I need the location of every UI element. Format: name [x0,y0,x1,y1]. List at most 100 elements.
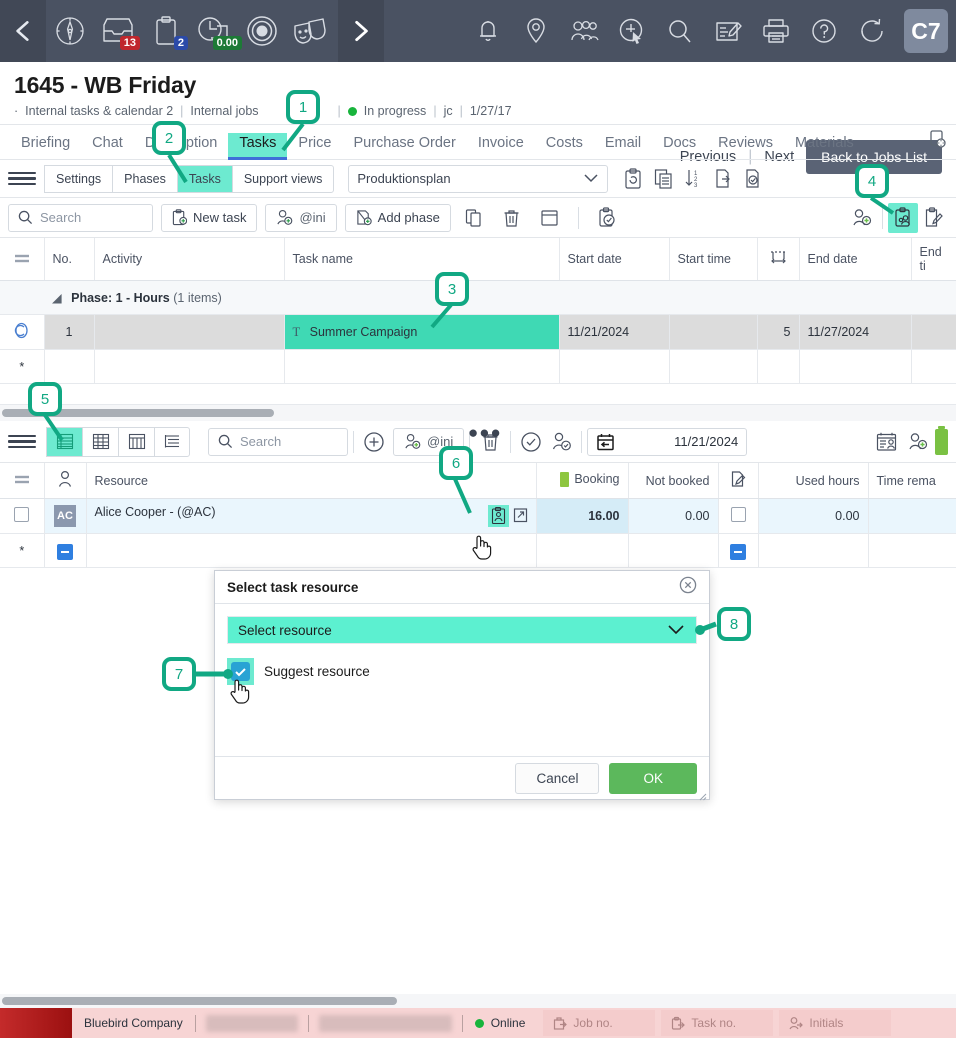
cell-task-name[interactable]: T Summer Campaign [284,314,560,350]
masks-icon[interactable] [286,0,334,62]
assign-resource-icon[interactable] [888,202,918,233]
location-pin-icon[interactable] [512,0,560,62]
approve-icon[interactable] [516,427,546,457]
user-avatar[interactable]: C7 [904,9,948,53]
add-person-icon[interactable] [903,427,933,457]
tasks-grid-menu-icon[interactable] [0,238,45,281]
cell-resource[interactable]: Alice Cooper - (@AC) [86,498,537,534]
new-cell-resource[interactable] [86,533,537,568]
select-task-resource-icon[interactable] [487,505,509,527]
row-status-icon[interactable] [0,314,45,350]
tab-costs[interactable]: Costs [535,135,594,159]
refresh-icon[interactable] [848,0,896,62]
back-arrow-icon[interactable] [0,0,46,62]
tab-docs[interactable]: Docs [652,135,707,159]
new-cell-duration[interactable] [757,349,800,384]
list-view-icon[interactable] [46,426,82,457]
col-end-time[interactable]: End ti [911,238,956,281]
add-phase-button[interactable]: Add phase [344,203,451,232]
forward-arrow-icon[interactable] [338,0,384,62]
col-end-date[interactable]: End date [799,238,912,281]
col-note-icon[interactable] [718,463,759,499]
tasks-hscrollbar[interactable] [0,405,956,421]
tab-materials[interactable]: Materials [784,135,865,159]
new-cell-not-booked[interactable] [628,533,719,568]
outline-view-icon[interactable] [154,426,190,457]
resource-select-dropdown[interactable]: Select resource [227,616,697,644]
col-task-name[interactable]: Task name [284,238,560,281]
edit-note-icon[interactable] [704,0,752,62]
page-hscrollbar[interactable] [0,994,956,1008]
ok-button[interactable]: OK [609,763,697,794]
new-cell-end-time[interactable] [911,349,956,384]
tab-price[interactable]: Price [287,135,342,159]
col-activity[interactable]: Activity [94,238,285,281]
approve-task-icon[interactable] [592,203,622,233]
gantt-view-icon[interactable] [118,426,154,457]
tasks-search-input[interactable]: Search [8,203,153,232]
record-icon[interactable] [238,0,286,62]
tab-email[interactable]: Email [594,135,652,159]
col-start-date[interactable]: Start date [559,238,670,281]
cell-start-date[interactable]: 11/21/2024 [559,314,670,350]
cancel-button[interactable]: Cancel [515,763,600,794]
new-cell-activity[interactable] [94,349,285,384]
cell-activity[interactable] [94,314,285,350]
col-time-remaining[interactable]: Time rema [868,463,956,499]
cell-end-date[interactable]: 11/27/2024 [799,314,912,350]
new-cell-task-name[interactable] [284,349,560,384]
col-used-hours[interactable]: Used hours [758,463,869,499]
cell-start-time[interactable] [669,314,758,350]
menu-hamburger-icon[interactable] [8,171,36,186]
plan-select[interactable]: Produktionsplan [348,164,609,193]
delete-icon[interactable] [497,203,527,233]
new-cell-booking[interactable] [536,533,629,568]
new-task-row[interactable]: * [0,349,956,384]
breadcrumb-item-2[interactable]: Internal jobs [190,104,258,118]
battery-icon[interactable] [935,425,948,455]
cell-booking[interactable]: 16.00 [536,498,629,534]
tab-briefing[interactable]: Briefing [10,135,81,159]
compass-icon[interactable] [46,0,94,62]
resource-menu-hamburger-icon[interactable] [8,434,36,449]
new-task-button[interactable]: New task [161,203,258,232]
cell-time-remaining[interactable] [868,498,956,534]
col-no[interactable]: No. [44,238,95,281]
cell-not-booked[interactable]: 0.00 [628,498,719,534]
phase-group-row[interactable]: ◢ Phase: 1 - Hours (1 items) [0,280,956,315]
new-cell-time-remaining[interactable] [868,533,956,568]
resource-grid-menu-icon[interactable] [0,463,45,499]
printer-icon[interactable] [752,0,800,62]
col-person-icon[interactable] [44,463,87,499]
add-icon[interactable] [359,427,389,457]
assignee-button[interactable]: @ini [265,203,337,232]
job-no-field[interactable]: Job no. [543,1010,656,1036]
more-options-icon[interactable]: ●●● [468,423,502,443]
bell-icon[interactable] [464,0,512,62]
row-select-checkbox[interactable] [0,498,45,534]
new-cell-start-date[interactable] [559,349,670,384]
cell-end-time[interactable] [911,314,956,350]
clipboard-icon[interactable]: 2 [142,0,190,62]
col-booking[interactable]: Booking [536,463,629,499]
help-icon[interactable] [800,0,848,62]
cell-note-checkbox[interactable] [718,498,759,534]
clipboard-refresh-icon[interactable] [618,164,648,194]
new-row-minus-checkbox[interactable] [44,533,87,568]
tab-reviews[interactable]: Reviews [707,135,784,159]
add-person-icon[interactable] [847,203,877,233]
resource-report-icon[interactable] [871,427,901,457]
breadcrumb-item-1[interactable]: Internal tasks & calendar 2 [25,104,173,118]
subtab-phases[interactable]: Phases [112,164,177,193]
col-not-booked[interactable]: Not booked [628,463,719,499]
approve-person-icon[interactable] [546,427,576,457]
new-cell-used-hours[interactable] [758,533,869,568]
resource-date-picker[interactable]: 11/21/2024 [587,427,748,456]
initials-field[interactable]: Initials [779,1010,892,1036]
subtab-support-views[interactable]: Support views [231,164,335,193]
col-start-time[interactable]: Start time [669,238,758,281]
add-cursor-icon[interactable] [608,0,656,62]
resource-search-input[interactable]: Search [208,427,348,456]
col-duration-icon[interactable] [757,238,800,281]
copy-rows-icon[interactable] [648,164,678,194]
